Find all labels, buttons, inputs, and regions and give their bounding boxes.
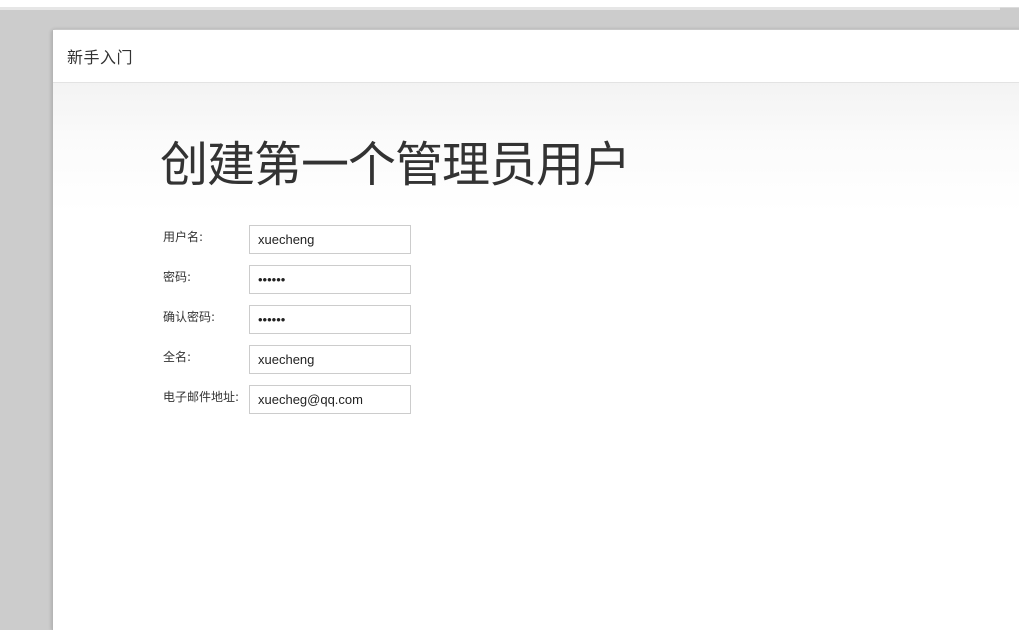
confirm-password-label: 确认密码: <box>163 309 216 324</box>
confirm-password-input[interactable] <box>249 304 411 334</box>
username-label: 用户名: <box>163 229 204 244</box>
dialog-body: 创建第一个管理员用户 用户名: 密码: 确认密码: 全名: 电子邮件地址: <box>53 83 1019 629</box>
confirm-password-row: 确认密码: <box>163 304 411 334</box>
setup-wizard-dialog: 新手入门 创建第一个管理员用户 用户名: 密码: 确认密码: 全名: 电子邮件地… <box>52 29 1019 630</box>
dialog-header: 新手入门 <box>53 30 1019 83</box>
dialog-title: 新手入门 <box>67 48 134 67</box>
email-label: 电子邮件地址: <box>163 389 240 404</box>
password-input[interactable] <box>249 264 411 294</box>
full-name-input[interactable] <box>249 344 411 374</box>
password-label: 密码: <box>163 269 192 284</box>
full-name-label: 全名: <box>163 349 192 364</box>
username-input[interactable] <box>249 224 411 254</box>
top-strip-shadow <box>0 7 1000 10</box>
password-row: 密码: <box>163 264 411 294</box>
email-input[interactable] <box>249 384 411 414</box>
full-name-row: 全名: <box>163 344 411 374</box>
email-row: 电子邮件地址: <box>163 384 411 414</box>
username-row: 用户名: <box>163 224 411 254</box>
page-heading: 创建第一个管理员用户 <box>160 137 631 193</box>
